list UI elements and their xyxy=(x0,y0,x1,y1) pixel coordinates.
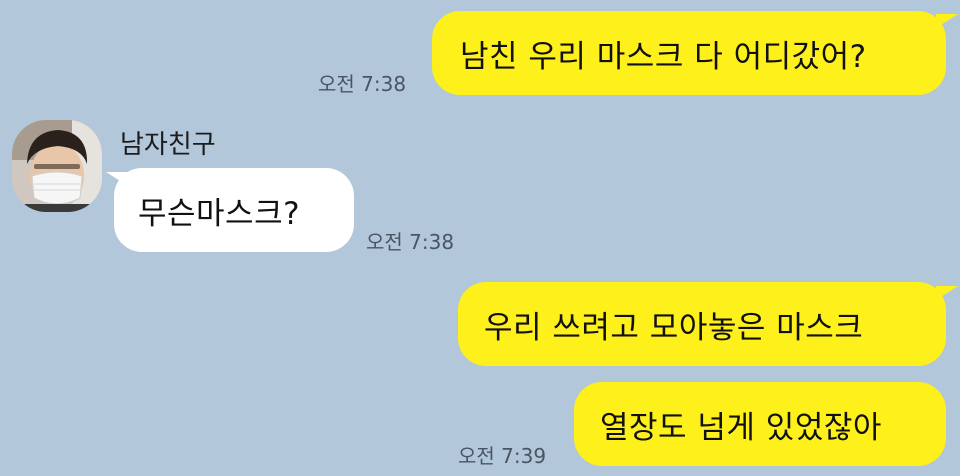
sender-name: 남자친구 xyxy=(120,130,216,160)
outgoing-message-bubble[interactable]: 열장도 넘게 있었잖아 xyxy=(574,382,946,466)
message-text: 남친 우리 마스크 다 어디갔어? xyxy=(460,38,867,75)
message-timestamp: 오전 7:39 xyxy=(458,444,547,468)
boyfriend-avatar-icon xyxy=(12,120,102,212)
incoming-message-bubble[interactable]: 무슨마스크? xyxy=(114,168,354,252)
message-text: 무슨마스크? xyxy=(138,195,301,232)
message-text: 열장도 넘게 있었잖아 xyxy=(600,409,882,446)
message-text: 우리 쓰려고 모아놓은 마스크 xyxy=(484,309,864,346)
message-timestamp: 오전 7:38 xyxy=(318,72,407,96)
message-timestamp: 오전 7:38 xyxy=(366,230,455,254)
chat-room: 오전 7:38 남친 우리 마스크 다 어디갔어? 남자친구 무슨마스크? 오전… xyxy=(0,0,960,476)
bubble-tail xyxy=(936,14,958,28)
bubble-tail xyxy=(936,286,958,300)
outgoing-message-bubble[interactable]: 남친 우리 마스크 다 어디갔어? xyxy=(432,11,946,95)
outgoing-message-bubble[interactable]: 우리 쓰려고 모아놓은 마스크 xyxy=(458,282,946,366)
avatar[interactable] xyxy=(12,120,102,212)
